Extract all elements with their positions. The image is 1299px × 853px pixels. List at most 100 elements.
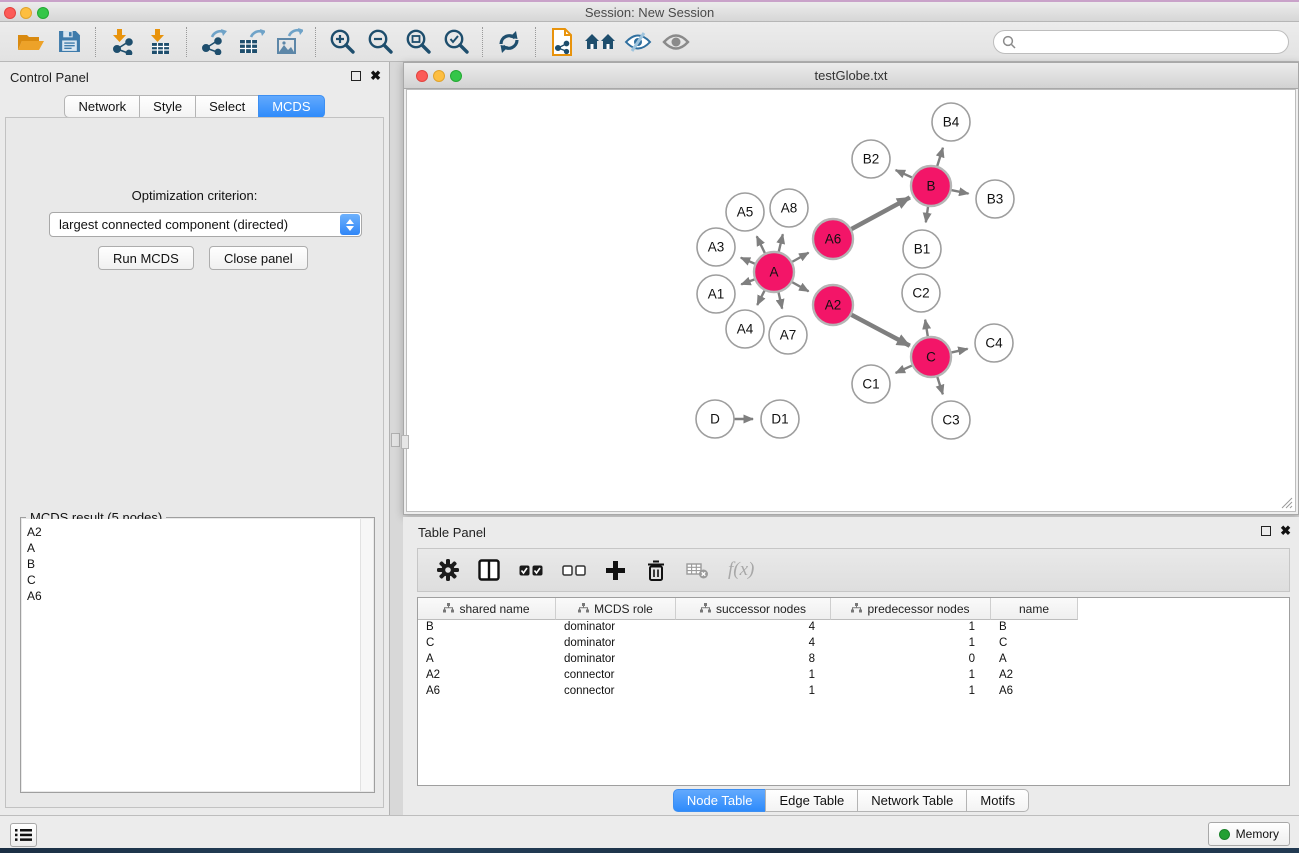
table-cell[interactable]: A xyxy=(991,652,1078,668)
search-field[interactable] xyxy=(993,30,1289,54)
graph-edge-A-A7[interactable] xyxy=(778,292,782,309)
table-cell[interactable]: dominator xyxy=(556,636,676,652)
table-cell[interactable]: A2 xyxy=(991,668,1078,684)
criterion-select[interactable]: largest connected component (directed) xyxy=(49,212,362,237)
table-row[interactable]: A2connector11A2 xyxy=(418,668,1289,684)
graph-edge-B-B1[interactable] xyxy=(926,206,928,222)
table-cell[interactable]: 1 xyxy=(676,668,831,684)
export-image-button[interactable] xyxy=(270,25,308,59)
network-canvas[interactable]: AA1A2A3A4A5A6A7A8BB1B2B3B4CC1C2C3C4DD1 xyxy=(406,89,1296,512)
graph-edge-A-A5[interactable] xyxy=(757,236,766,254)
graph-edge-C-C2[interactable] xyxy=(925,320,928,338)
table-cell[interactable]: 1 xyxy=(831,668,991,684)
tab-network[interactable]: Network xyxy=(64,95,140,118)
table-cell[interactable]: dominator xyxy=(556,620,676,636)
table-tab-network-table[interactable]: Network Table xyxy=(857,789,967,812)
float-panel-icon[interactable] xyxy=(351,71,361,81)
split-table-button[interactable] xyxy=(473,553,505,587)
close-panel-icon[interactable]: ✖ xyxy=(370,71,381,81)
deselect-all-columns-button[interactable] xyxy=(557,553,591,587)
graph-edge-A-A8[interactable] xyxy=(779,234,783,252)
zoom-selected-button[interactable] xyxy=(437,25,475,59)
memory-button[interactable]: Memory xyxy=(1208,822,1290,846)
table-row[interactable]: Cdominator41C xyxy=(418,636,1289,652)
graph-edge-A-A3[interactable] xyxy=(741,258,756,264)
table-cell[interactable]: connector xyxy=(556,684,676,700)
export-table-button[interactable] xyxy=(232,25,270,59)
result-item[interactable]: C xyxy=(27,572,360,588)
home-button[interactable] xyxy=(581,25,619,59)
graph-edge-C-C1[interactable] xyxy=(896,365,913,373)
table-row[interactable]: Bdominator41B xyxy=(418,620,1289,636)
splitter-handle[interactable] xyxy=(391,433,400,447)
table-cell[interactable]: 1 xyxy=(831,636,991,652)
graph-edge-A-A6[interactable] xyxy=(791,253,808,263)
close-table-panel-icon[interactable]: ✖ xyxy=(1280,526,1291,536)
resize-grip-icon[interactable] xyxy=(1281,497,1293,509)
column-header[interactable]: MCDS role xyxy=(556,598,676,620)
close-panel-button[interactable]: Close panel xyxy=(209,246,308,270)
result-item[interactable]: A2 xyxy=(27,524,360,540)
column-header[interactable]: predecessor nodes xyxy=(831,598,991,620)
table-cell[interactable]: B xyxy=(418,620,556,636)
table-cell[interactable]: 1 xyxy=(831,684,991,700)
table-tab-edge-table[interactable]: Edge Table xyxy=(765,789,858,812)
table-cell[interactable]: 4 xyxy=(676,620,831,636)
graph-edge-A6-B[interactable] xyxy=(851,197,910,229)
table-tab-node-table[interactable]: Node Table xyxy=(673,789,767,812)
table-tab-motifs[interactable]: Motifs xyxy=(966,789,1029,812)
table-cell[interactable]: C xyxy=(991,636,1078,652)
column-header[interactable]: successor nodes xyxy=(676,598,831,620)
graph-edge-A2-C[interactable] xyxy=(851,314,910,345)
table-cell[interactable]: 1 xyxy=(676,684,831,700)
tab-style[interactable]: Style xyxy=(139,95,196,118)
open-session-button[interactable] xyxy=(12,25,50,59)
graph-edge-A-A1[interactable] xyxy=(741,279,755,284)
graph-edge-B-B4[interactable] xyxy=(937,148,943,167)
hide-graphics-details-button[interactable] xyxy=(619,25,657,59)
canvas-scroll-stub[interactable] xyxy=(401,435,409,449)
export-network-button[interactable] xyxy=(194,25,232,59)
graph-edge-A-A2[interactable] xyxy=(791,282,808,292)
zoom-fit-button[interactable] xyxy=(399,25,437,59)
task-history-button[interactable] xyxy=(10,823,37,847)
graph-edge-C-C4[interactable] xyxy=(951,349,968,353)
graph-edge-C-C3[interactable] xyxy=(937,376,943,394)
network-window-titlebar[interactable]: testGlobe.txt xyxy=(404,63,1298,89)
table-cell[interactable]: 1 xyxy=(831,620,991,636)
table-options-button[interactable] xyxy=(432,553,464,587)
function-builder-button[interactable]: f(x) xyxy=(723,553,759,587)
tab-select[interactable]: Select xyxy=(195,95,259,118)
table-cell[interactable]: A6 xyxy=(418,684,556,700)
import-table-button[interactable] xyxy=(141,25,179,59)
refresh-button[interactable] xyxy=(490,25,528,59)
show-graphics-details-button[interactable] xyxy=(657,25,695,59)
table-cell[interactable]: A2 xyxy=(418,668,556,684)
table-cell[interactable]: 8 xyxy=(676,652,831,668)
result-item[interactable]: A xyxy=(27,540,360,556)
result-item[interactable]: B xyxy=(27,556,360,572)
tab-mcds[interactable]: MCDS xyxy=(258,95,324,118)
table-cell[interactable]: connector xyxy=(556,668,676,684)
network-from-file-button[interactable] xyxy=(543,25,581,59)
search-input[interactable] xyxy=(1016,35,1288,49)
table-row[interactable]: Adominator80A xyxy=(418,652,1289,668)
graph-edge-A-A4[interactable] xyxy=(757,290,765,305)
table-cell[interactable]: B xyxy=(991,620,1078,636)
delete-columns-button[interactable] xyxy=(640,553,672,587)
table-cell[interactable]: 4 xyxy=(676,636,831,652)
result-item[interactable]: A6 xyxy=(27,588,360,604)
table-cell[interactable]: A6 xyxy=(991,684,1078,700)
column-header[interactable]: shared name xyxy=(418,598,556,620)
create-column-button[interactable] xyxy=(600,553,631,587)
table-row[interactable]: A6connector11A6 xyxy=(418,684,1289,700)
zoom-out-button[interactable] xyxy=(361,25,399,59)
table-cell[interactable]: dominator xyxy=(556,652,676,668)
delete-table-button[interactable] xyxy=(681,553,714,587)
float-table-panel-icon[interactable] xyxy=(1261,526,1271,536)
table-cell[interactable]: 0 xyxy=(831,652,991,668)
zoom-in-button[interactable] xyxy=(323,25,361,59)
select-all-columns-button[interactable] xyxy=(514,553,548,587)
column-header[interactable]: name xyxy=(991,598,1078,620)
run-mcds-button[interactable]: Run MCDS xyxy=(98,246,194,270)
